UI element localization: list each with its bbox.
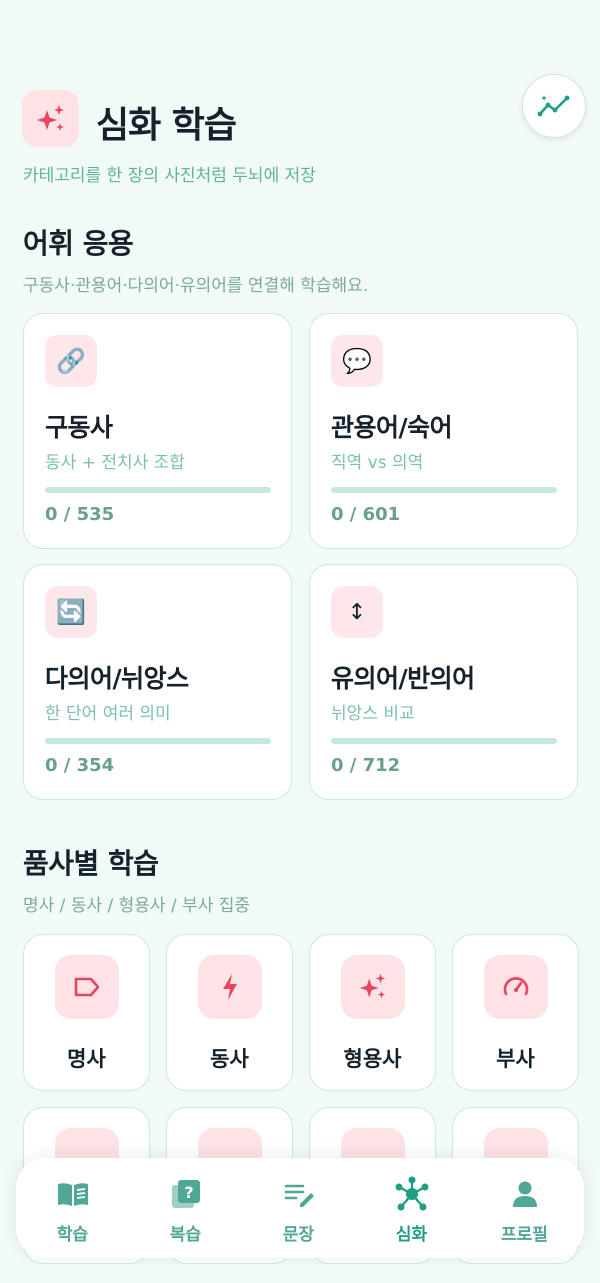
card-description: 동사 + 전치사 조합 — [45, 453, 185, 473]
progress-bar — [45, 738, 271, 744]
tab-profile[interactable]: 프로필 — [468, 1158, 581, 1258]
card-title: 다의어/뉘앙스 — [45, 664, 189, 693]
page-subtitle: 카테고리를 한 장의 사진처럼 두뇌에 저장 — [23, 166, 316, 186]
pos-label: 동사 — [210, 1047, 249, 1071]
section-title-vocab: 어휘 응용 — [23, 227, 134, 260]
gauge-icon — [484, 955, 548, 1019]
section-title-pos: 품사별 학습 — [23, 847, 159, 880]
progress-count: 0 / 712 — [331, 755, 401, 776]
tab-label: 문장 — [282, 1225, 315, 1245]
refresh-icon: 🔄 — [45, 586, 97, 638]
tab-label: 프로필 — [501, 1225, 548, 1245]
progress-count: 0 / 601 — [331, 504, 401, 525]
person-icon — [507, 1176, 543, 1212]
section-desc-vocab: 구동사·관용어·다의어·유의어를 연결해 학습해요. — [23, 276, 369, 296]
book-icon — [55, 1176, 91, 1212]
edit-lines-icon — [281, 1176, 317, 1212]
pos-label: 형용사 — [343, 1047, 402, 1071]
vocab-card-phrasal-verbs[interactable]: 🔗 구동사 동사 + 전치사 조합 0 / 535 — [23, 313, 292, 549]
card-description: 뉘앙스 비교 — [331, 704, 415, 724]
progress-count: 0 / 354 — [45, 755, 115, 776]
up-down-arrow-icon: ↕ — [331, 586, 383, 638]
progress-bar — [45, 487, 271, 493]
link-icon: 🔗 — [45, 335, 97, 387]
card-description: 직역 vs 의역 — [331, 453, 424, 473]
pos-card-verb[interactable]: 동사 — [166, 934, 293, 1091]
question-card-icon: ? — [168, 1176, 204, 1212]
pos-label: 명사 — [67, 1047, 106, 1071]
tab-review[interactable]: ? 복습 — [129, 1158, 242, 1258]
tab-label: 복습 — [169, 1225, 202, 1245]
vocab-card-synonyms[interactable]: ↕ 유의어/반의어 뉘앙스 비교 0 / 712 — [309, 564, 578, 800]
tag-icon — [55, 955, 119, 1019]
pos-card-noun[interactable]: 명사 — [23, 934, 150, 1091]
page-header: 심화 학습 — [22, 74, 586, 158]
bolt-icon — [198, 955, 262, 1019]
card-title: 구동사 — [45, 413, 113, 442]
card-title: 유의어/반의어 — [331, 664, 475, 693]
pos-label: 부사 — [496, 1047, 535, 1071]
card-title: 관용어/숙어 — [331, 413, 453, 442]
sparkles-icon — [22, 90, 79, 147]
page-title: 심화 학습 — [96, 105, 237, 146]
progress-count: 0 / 535 — [45, 504, 115, 525]
tab-label: 심화 — [395, 1225, 428, 1245]
network-icon — [394, 1176, 430, 1212]
vocab-card-idioms[interactable]: 💬 관용어/숙어 직역 vs 의역 0 / 601 — [309, 313, 578, 549]
speech-bubble-icon: 💬 — [331, 335, 383, 387]
svg-text:?: ? — [184, 1183, 193, 1202]
tab-label: 학습 — [56, 1225, 89, 1245]
trend-chart-button[interactable] — [522, 74, 586, 138]
progress-bar — [331, 738, 557, 744]
trend-chart-icon — [537, 95, 570, 117]
vocab-card-polysemy[interactable]: 🔄 다의어/뉘앙스 한 단어 여러 의미 0 / 354 — [23, 564, 292, 800]
card-description: 한 단어 여러 의미 — [45, 704, 171, 724]
pos-card-adjective[interactable]: 형용사 — [309, 934, 436, 1091]
tab-sentence[interactable]: 문장 — [242, 1158, 355, 1258]
section-desc-pos: 명사 / 동사 / 형용사 / 부사 집중 — [23, 896, 251, 916]
progress-bar — [331, 487, 557, 493]
bottom-tab-bar: 학습 ? 복습 문장 심화 프로필 — [16, 1158, 584, 1258]
tab-advanced[interactable]: 심화 — [355, 1158, 468, 1258]
pos-card-adverb[interactable]: 부사 — [452, 934, 579, 1091]
tab-learn[interactable]: 학습 — [16, 1158, 129, 1258]
sparkles-icon — [341, 955, 405, 1019]
